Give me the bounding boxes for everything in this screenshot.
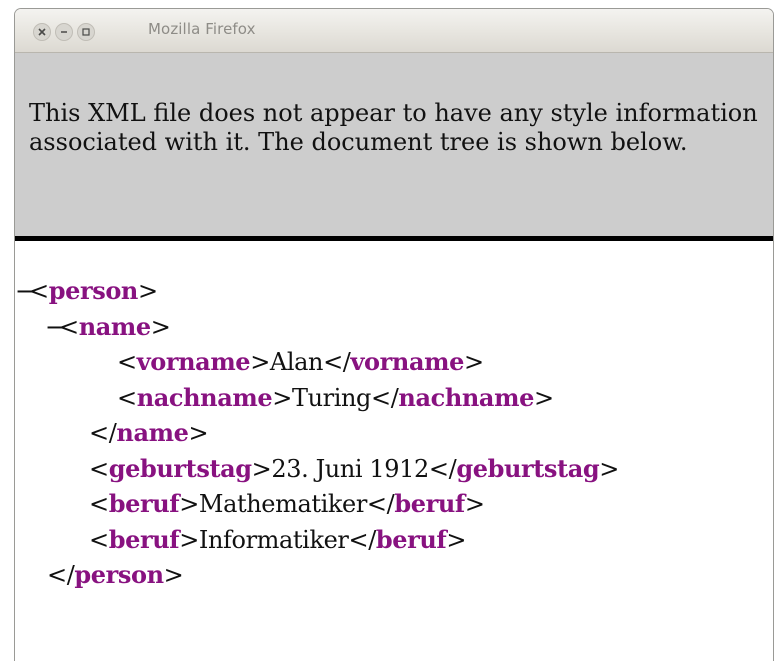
tag-name-name-close: name [116, 418, 189, 447]
value-nachname: Turing [291, 383, 372, 412]
tag-name-beruf-2-open: beruf [108, 524, 180, 554]
tag-name-nachname-open: nachname [136, 382, 273, 412]
minimize-icon [61, 31, 67, 33]
tree-line-name-open: −<name> [15, 309, 773, 345]
window-title: Mozilla Firefox [148, 20, 256, 38]
tree-line-vorname: <vorname>Alan</vorname> [117, 347, 484, 376]
tag-name-name: name [78, 311, 151, 341]
tree-line-nachname: <nachname>Turing</nachname> [117, 382, 554, 412]
tree-line-person-close: </person> [47, 560, 184, 589]
tag-name-person: person [48, 276, 139, 305]
tag-name-vorname-open: vorname [136, 347, 251, 376]
tag-name-beruf-1-close: beruf [394, 489, 465, 518]
notice-text: This XML file does not appear to have an… [29, 99, 758, 156]
close-button[interactable] [33, 23, 51, 41]
tag-name-beruf-2-close: beruf [375, 524, 447, 554]
xml-style-notice: This XML file does not appear to have an… [15, 53, 773, 241]
tag-name-person-close: person [74, 560, 164, 589]
tree-line-name-close: </name> [89, 418, 209, 447]
maximize-button[interactable] [77, 23, 95, 41]
xml-document-tree: −<person> −<name> <vorname>Alan</vorname… [15, 241, 773, 593]
value-geburtstag: 23. Juni 1912 [271, 454, 429, 483]
tree-line-beruf-2: <beruf>Informatiker</beruf> [89, 524, 467, 554]
value-beruf-1: Mathematiker [198, 490, 367, 518]
title-bar[interactable]: Mozilla Firefox [15, 9, 773, 53]
collapse-toggle-name[interactable]: − [45, 310, 65, 346]
minimize-button[interactable] [55, 23, 73, 41]
tag-name-beruf-1-open: beruf [108, 489, 180, 518]
close-icon [38, 28, 46, 36]
tag-name-geburtstag-close: geburtstag [456, 453, 600, 483]
tree-line-geburtstag: <geburtstag>23. Juni 1912</geburtstag> [89, 453, 619, 483]
value-beruf-2: Informatiker [198, 525, 349, 554]
tag-name-nachname-close: nachname [398, 382, 534, 412]
maximize-icon [82, 28, 90, 36]
browser-window: Mozilla Firefox This XML file does not a… [14, 8, 774, 661]
collapse-toggle-person[interactable]: − [15, 274, 35, 310]
value-vorname: Alan [269, 348, 324, 376]
tree-line-person-open: −<person> [15, 273, 773, 309]
tag-name-geburtstag-open: geburtstag [108, 453, 252, 483]
tree-line-beruf-1: <beruf>Mathematiker</beruf> [89, 489, 485, 518]
tag-name-vorname-close: vorname [350, 347, 465, 376]
